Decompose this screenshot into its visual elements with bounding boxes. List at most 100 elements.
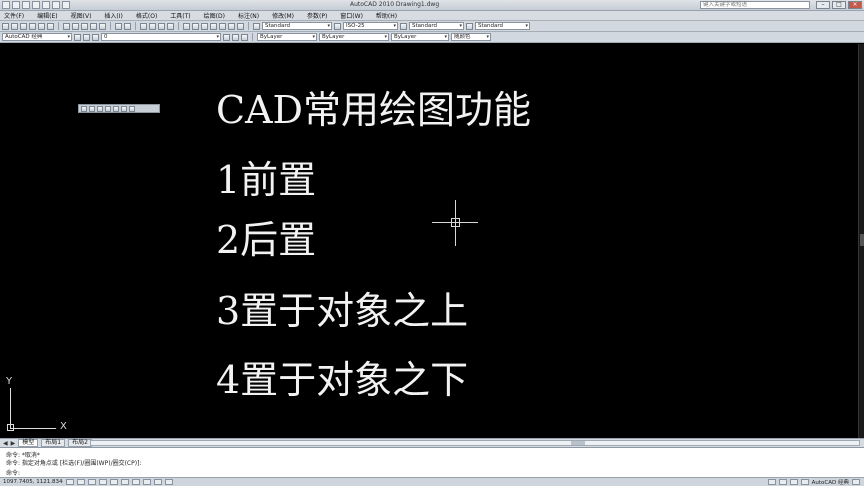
grid-toggle[interactable] xyxy=(77,479,85,485)
zoom-previous-icon[interactable] xyxy=(167,22,174,30)
command-input[interactable] xyxy=(30,467,530,475)
close-button[interactable]: × xyxy=(848,1,862,9)
quick-view-layouts-icon[interactable] xyxy=(778,479,787,485)
dyn-toggle[interactable] xyxy=(143,479,151,485)
tab-model[interactable]: 模型 xyxy=(18,439,39,447)
cut-icon[interactable] xyxy=(63,22,70,30)
publish-icon[interactable] xyxy=(47,22,54,30)
menu-file[interactable]: 文件(F) xyxy=(4,11,24,20)
lineweight-select[interactable]: ByLayer xyxy=(391,33,449,41)
ducs-toggle[interactable] xyxy=(132,479,140,485)
redo-icon[interactable] xyxy=(52,1,60,9)
dim-style-select[interactable]: ISO-25 xyxy=(343,22,398,30)
redo-icon[interactable] xyxy=(124,22,131,30)
menu-insert[interactable]: 插入(I) xyxy=(104,11,122,20)
app-menu-icon[interactable] xyxy=(2,1,10,9)
menu-tools[interactable]: 工具(T) xyxy=(170,11,190,20)
tool-palettes-icon[interactable] xyxy=(201,22,208,30)
table-style-icon xyxy=(400,22,407,30)
plot-icon[interactable] xyxy=(62,1,70,9)
color-select[interactable]: ByLayer xyxy=(257,33,317,41)
lwt-toggle[interactable] xyxy=(154,479,162,485)
help-search-input[interactable]: 键入关键字或短语 xyxy=(700,1,810,9)
copy-icon[interactable] xyxy=(72,22,79,30)
send-under-icon[interactable] xyxy=(105,105,111,112)
workspace-select[interactable]: AutoCAD 经典 xyxy=(2,33,72,41)
design-center-icon[interactable] xyxy=(192,22,199,30)
vertical-scrollbar[interactable] xyxy=(858,44,864,438)
menu-dimension[interactable]: 标注(N) xyxy=(238,11,259,20)
save-icon[interactable] xyxy=(20,22,27,30)
block-editor-icon[interactable] xyxy=(99,22,106,30)
layer-select[interactable]: 0 xyxy=(101,33,221,41)
open-icon[interactable] xyxy=(11,22,18,30)
plotstyle-select[interactable]: 随颜色 xyxy=(451,33,491,41)
snap-toggle[interactable] xyxy=(66,479,74,485)
tab-first-arrow-icon[interactable]: ◀ xyxy=(3,440,8,447)
bring-to-front-icon[interactable] xyxy=(81,105,87,112)
drawing-area[interactable]: CAD常用绘图功能 1前置 2后置 3置于对象之上 4置于对象之下 Y X xyxy=(0,44,864,438)
linetype-select[interactable]: ByLayer xyxy=(319,33,389,41)
match-properties-icon[interactable] xyxy=(90,22,97,30)
qp-toggle[interactable] xyxy=(165,479,173,485)
help-icon[interactable] xyxy=(237,22,244,30)
maximize-button[interactable]: □ xyxy=(832,1,846,9)
zoom-window-icon[interactable] xyxy=(158,22,165,30)
print-icon[interactable] xyxy=(29,22,36,30)
zoom-status-icon[interactable] xyxy=(800,479,809,485)
layer-previous-icon[interactable] xyxy=(232,33,239,41)
clean-screen-icon[interactable] xyxy=(852,479,860,485)
text-to-front-icon[interactable] xyxy=(113,105,119,112)
menu-help[interactable]: 帮助(H) xyxy=(376,11,397,20)
tab-layout1[interactable]: 布局1 xyxy=(41,439,66,447)
pan-icon[interactable] xyxy=(140,22,147,30)
workspace-switch[interactable]: AutoCAD 经典 xyxy=(812,478,849,486)
calculator-icon[interactable] xyxy=(228,22,235,30)
new-file-icon[interactable] xyxy=(12,1,20,9)
model-space-icon[interactable] xyxy=(767,479,776,485)
vertical-scroll-thumb[interactable] xyxy=(860,234,864,246)
open-file-icon[interactable] xyxy=(22,1,30,9)
canvas-text-item-1: 1前置 xyxy=(216,158,317,202)
undo-icon[interactable] xyxy=(115,22,122,30)
draw-order-settings-icon[interactable] xyxy=(129,105,135,112)
osnap-toggle[interactable] xyxy=(110,479,118,485)
sheet-set-icon[interactable] xyxy=(210,22,217,30)
menu-parametric[interactable]: 参数(P) xyxy=(307,11,327,20)
new-icon[interactable] xyxy=(2,22,9,30)
pan-status-icon[interactable] xyxy=(789,479,798,485)
menu-window[interactable]: 窗口(W) xyxy=(340,11,363,20)
workspace-settings-icon[interactable] xyxy=(74,33,81,41)
undo-icon[interactable] xyxy=(42,1,50,9)
menu-view[interactable]: 视图(V) xyxy=(71,11,92,20)
make-current-layer-icon[interactable] xyxy=(223,33,230,41)
horizontal-scrollbar[interactable] xyxy=(90,440,860,446)
title-bar: AutoCAD 2010 Drawing1.dwg 键入关键字或短语 – □ × xyxy=(0,0,864,11)
layer-manager-icon[interactable] xyxy=(83,33,90,41)
ucs-icon xyxy=(7,424,14,431)
paste-icon[interactable] xyxy=(81,22,88,30)
bring-above-icon[interactable] xyxy=(97,105,103,112)
hatch-to-back-icon[interactable] xyxy=(121,105,127,112)
markup-icon[interactable] xyxy=(219,22,226,30)
zoom-realtime-icon[interactable] xyxy=(149,22,156,30)
ortho-toggle[interactable] xyxy=(88,479,96,485)
menu-edit[interactable]: 编辑(E) xyxy=(37,11,57,20)
tab-next-arrow-icon[interactable]: ▶ xyxy=(11,440,16,447)
text-style-select[interactable]: Standard xyxy=(262,22,332,30)
mleader-style-select[interactable]: Standard xyxy=(475,22,530,30)
tab-layout2[interactable]: 布局2 xyxy=(68,439,92,447)
preview-icon[interactable] xyxy=(38,22,45,30)
menu-modify[interactable]: 修改(M) xyxy=(272,11,294,20)
table-style-select[interactable]: Standard xyxy=(409,22,464,30)
horizontal-scroll-thumb[interactable] xyxy=(571,441,585,445)
menu-draw[interactable]: 绘图(D) xyxy=(204,11,225,20)
save-icon[interactable] xyxy=(32,1,40,9)
polar-toggle[interactable] xyxy=(99,479,107,485)
minimize-button[interactable]: – xyxy=(816,1,830,9)
otrack-toggle[interactable] xyxy=(121,479,129,485)
properties-icon[interactable] xyxy=(183,22,190,30)
layer-state-icon[interactable] xyxy=(241,33,248,41)
menu-format[interactable]: 格式(O) xyxy=(136,11,157,20)
send-to-back-icon[interactable] xyxy=(89,105,95,112)
